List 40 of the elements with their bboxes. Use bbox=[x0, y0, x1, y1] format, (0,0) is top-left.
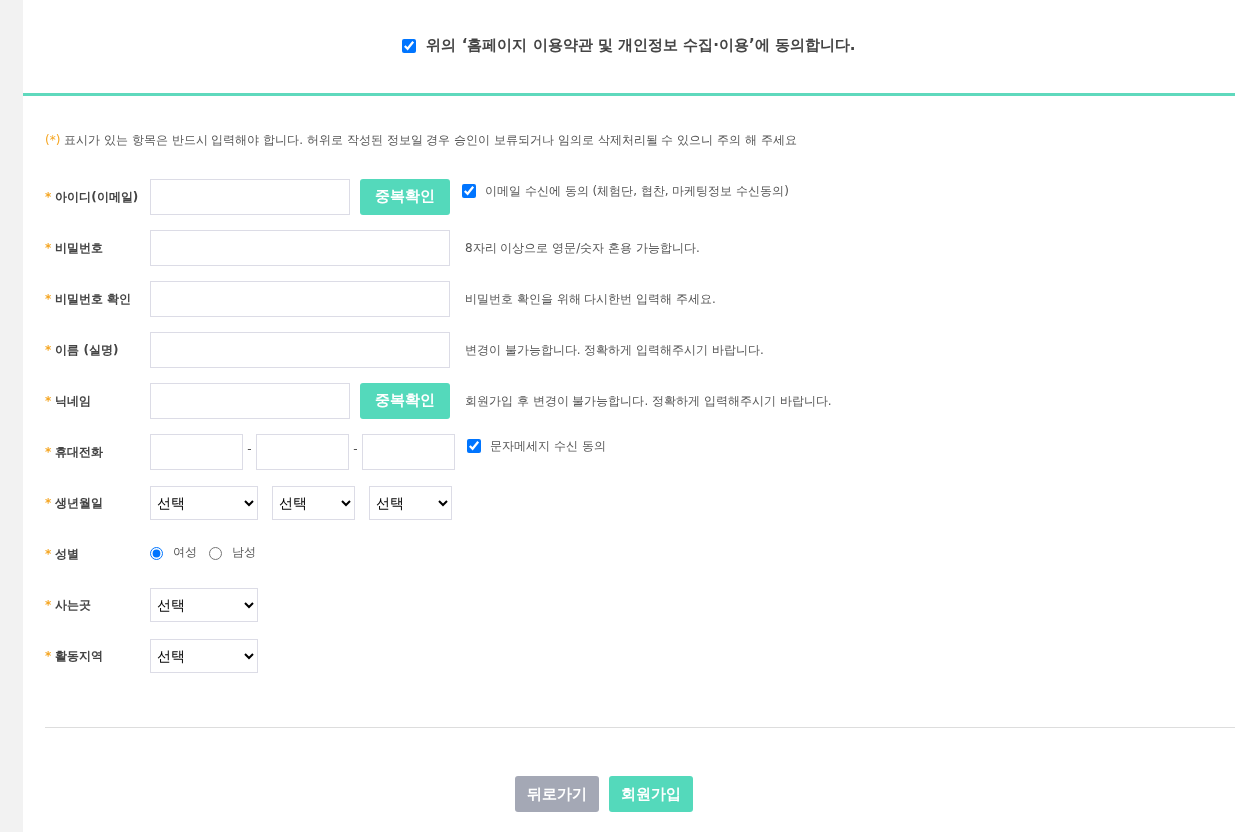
field-label: * 성별 bbox=[45, 545, 81, 563]
input-field[interactable] bbox=[150, 178, 350, 215]
dash-separator: - bbox=[246, 440, 253, 458]
dropdown[interactable]: 선택 bbox=[150, 638, 258, 673]
consent-label: 이메일 수신에 동의 (체험단, 협찬, 마케팅정보 수신동의) bbox=[485, 182, 789, 200]
dropdown[interactable]: 선택 bbox=[150, 485, 258, 520]
dropdown[interactable]: 선택 bbox=[369, 485, 452, 520]
phone-input-field[interactable] bbox=[256, 433, 349, 470]
input-field[interactable] bbox=[150, 331, 450, 368]
dash-separator: - bbox=[352, 440, 359, 458]
input-field[interactable] bbox=[150, 280, 450, 317]
required-notice: (*) 표시가 있는 항목은 반드시 입력해야 합니다. 허위로 작성된 정보일 경우 승인이 보류되거나 임의로 삭제처리될 수 있으니 주의 해 주세요 bbox=[45, 132, 798, 149]
field-label: * 생년월일 bbox=[45, 494, 105, 512]
phone-input-field[interactable] bbox=[362, 433, 455, 470]
field-label: * 사는곳 bbox=[45, 596, 93, 614]
checkbox[interactable] bbox=[467, 438, 481, 453]
field-label: * 활동지역 bbox=[45, 647, 105, 665]
field-label: * 이름 (실명) bbox=[45, 341, 120, 359]
dropdown[interactable]: 선택 bbox=[272, 485, 355, 520]
checkbox[interactable] bbox=[402, 38, 417, 53]
field-label: * 비밀번호 bbox=[45, 239, 105, 257]
radio-button[interactable] bbox=[150, 547, 163, 560]
field-label: * 비밀번호 확인 bbox=[45, 290, 133, 308]
radio-button[interactable] bbox=[209, 547, 222, 560]
field-label: * 휴대전화 bbox=[45, 443, 105, 461]
checkbox[interactable] bbox=[462, 183, 476, 198]
input-field[interactable] bbox=[150, 382, 350, 419]
field-hint: 변경이 불가능합니다. 정확하게 입력해주시기 바랍니다. bbox=[465, 341, 764, 359]
radio-label: 남성 bbox=[232, 543, 256, 561]
phone-input-field[interactable] bbox=[150, 433, 243, 470]
field-hint: 회원가입 후 변경이 불가능합니다. 정확하게 입력해주시기 바랍니다. bbox=[465, 392, 832, 410]
input-field[interactable] bbox=[150, 229, 450, 266]
field-label: * 아이디(이메일) bbox=[45, 188, 140, 206]
field-label: * 닉네임 bbox=[45, 392, 93, 410]
radio-label: 여성 bbox=[173, 543, 197, 561]
field-hint: 8자리 이상으로 영문/숫자 혼용 가능합니다. bbox=[465, 239, 700, 257]
consent-label: 문자메세지 수신 동의 bbox=[490, 437, 606, 455]
agreement-label: 위의 ‘홈페이지 이용약관 및 개인정보 수집·이용’에 동의합니다. bbox=[426, 35, 856, 57]
field-hint: 비밀번호 확인을 위해 다시한번 입력해 주세요. bbox=[465, 290, 716, 308]
dropdown[interactable]: 선택 bbox=[150, 587, 258, 622]
